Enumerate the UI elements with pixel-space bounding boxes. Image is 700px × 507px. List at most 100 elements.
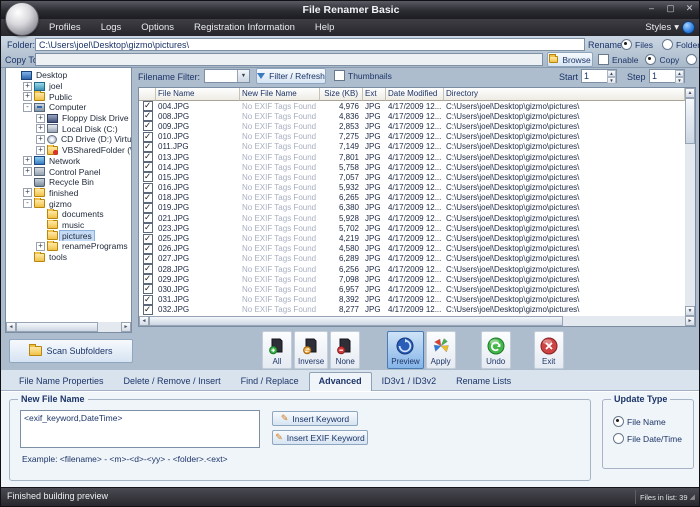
collapse-icon[interactable]: -	[23, 103, 32, 112]
all-button[interactable]: All	[262, 331, 292, 369]
row-checkbox[interactable]: ✓	[143, 223, 153, 233]
table-row[interactable]: ✓019.JPGNo EXIF Tags Found6,380JPG4/17/2…	[139, 203, 685, 213]
row-checkbox[interactable]: ✓	[143, 152, 153, 162]
row-checkbox[interactable]: ✓	[143, 264, 153, 274]
table-row[interactable]: ✓029.JPGNo EXIF Tags Found7,098JPG4/17/2…	[139, 274, 685, 284]
tree-item-network[interactable]: +Network	[6, 156, 131, 167]
copy-move-option-copy[interactable]: Copy	[645, 54, 679, 65]
enable-checkbox[interactable]: Enable	[598, 54, 638, 65]
table-row[interactable]: ✓015.JPGNo EXIF Tags Found7,057JPG4/17/2…	[139, 172, 685, 182]
tab-find-replace[interactable]: Find / Replace	[231, 372, 309, 390]
tab-rename-lists[interactable]: Rename Lists	[446, 372, 521, 390]
tree-item-public[interactable]: +Public	[6, 91, 131, 102]
column-header-directory[interactable]: Directory	[444, 88, 685, 101]
table-row[interactable]: ✓013.JPGNo EXIF Tags Found7,801JPG4/17/2…	[139, 152, 685, 162]
dropdown-arrow-icon[interactable]: ▼	[237, 70, 249, 82]
row-checkbox[interactable]: ✓	[143, 203, 153, 213]
filter-refresh-button[interactable]: Filter / Refresh	[256, 68, 326, 84]
row-checkbox[interactable]: ✓	[143, 234, 153, 244]
browse-button[interactable]: Browse	[547, 52, 593, 67]
spin-up-icon[interactable]: ▲	[675, 70, 684, 77]
column-header-checkbox[interactable]	[139, 88, 156, 101]
row-checkbox[interactable]: ✓	[143, 193, 153, 203]
row-checkbox[interactable]: ✓	[143, 172, 153, 182]
menu-item-logs[interactable]: Logs	[91, 19, 132, 36]
tree-item-gizmo[interactable]: -gizmo	[6, 198, 131, 209]
column-header-new-file-name[interactable]: New File Name	[240, 88, 320, 101]
tab-advanced[interactable]: Advanced	[309, 372, 372, 391]
table-row[interactable]: ✓018.JPGNo EXIF Tags Found6,265JPG4/17/2…	[139, 193, 685, 203]
tree-item-joel[interactable]: +joel	[6, 81, 131, 92]
update-type-option-file-name[interactable]: File Name	[613, 416, 666, 427]
scan-subfolders-button[interactable]: Scan Subfolders	[9, 339, 133, 363]
collapse-icon[interactable]: -	[23, 199, 32, 208]
row-checkbox[interactable]: ✓	[143, 213, 153, 223]
table-row[interactable]: ✓031.JPGNo EXIF Tags Found8,392JPG4/17/2…	[139, 295, 685, 305]
row-checkbox[interactable]: ✓	[143, 132, 153, 142]
scrollbar-thumb[interactable]	[685, 98, 695, 144]
row-checkbox[interactable]: ✓	[143, 121, 153, 131]
tree-horizontal-scrollbar[interactable]: ◄ ►	[6, 322, 131, 332]
expand-icon[interactable]: +	[23, 92, 32, 101]
tree-item-cd-drive-d-virtualbox-guest[interactable]: +CD Drive (D:) VirtualBox Guest	[6, 134, 131, 145]
tree-item-control-panel[interactable]: +Control Panel	[6, 166, 131, 177]
update-type-option-file-date-time[interactable]: File Date/Time	[613, 433, 682, 444]
table-horizontal-scrollbar[interactable]: ◄ ►	[139, 316, 695, 326]
tree-item-renameprograms[interactable]: +renamePrograms	[6, 241, 131, 252]
table-row[interactable]: ✓008.JPGNo EXIF Tags Found4,836JPG4/17/2…	[139, 111, 685, 121]
table-row[interactable]: ✓010.JPGNo EXIF Tags Found7,275JPG4/17/2…	[139, 132, 685, 142]
rename-option-files[interactable]: Files	[621, 39, 653, 50]
expand-icon[interactable]: +	[23, 82, 32, 91]
column-header-file-name[interactable]: File Name	[156, 88, 240, 101]
close-button[interactable]: ✕	[683, 2, 696, 15]
table-row[interactable]: ✓030.JPGNo EXIF Tags Found6,957JPG4/17/2…	[139, 284, 685, 294]
table-row[interactable]: ✓014.JPGNo EXIF Tags Found5,758JPG4/17/2…	[139, 162, 685, 172]
spin-down-icon[interactable]: ▼	[675, 77, 684, 84]
spin-down-icon[interactable]: ▼	[607, 77, 616, 84]
scroll-down-icon[interactable]: ▼	[685, 306, 695, 316]
menu-item-registration-information[interactable]: Registration Information	[184, 19, 305, 36]
tab-file-name-properties[interactable]: File Name Properties	[9, 372, 114, 390]
row-checkbox[interactable]: ✓	[143, 295, 153, 305]
step-stepper[interactable]: 1 ▲▼	[649, 69, 685, 83]
apply-button[interactable]: Apply	[426, 331, 456, 369]
row-checkbox[interactable]: ✓	[143, 244, 153, 254]
scroll-left-icon[interactable]: ◄	[6, 322, 16, 332]
row-checkbox[interactable]: ✓	[143, 274, 153, 284]
menu-item-help[interactable]: Help	[305, 19, 345, 36]
none-button[interactable]: None	[330, 331, 360, 369]
scrollbar-thumb[interactable]	[149, 316, 563, 326]
row-checkbox[interactable]: ✓	[143, 183, 153, 193]
exit-button[interactable]: Exit	[534, 331, 564, 369]
table-row[interactable]: ✓011.JPGNo EXIF Tags Found7,149JPG4/17/2…	[139, 142, 685, 152]
tree-item-pictures[interactable]: pictures	[6, 230, 131, 241]
rename-option-folders[interactable]: Folders	[662, 39, 700, 50]
tree-item-local-disk-c[interactable]: +Local Disk (C:)	[6, 123, 131, 134]
row-checkbox[interactable]: ✓	[143, 111, 153, 121]
expand-icon[interactable]: +	[36, 124, 45, 133]
tree-item-documents[interactable]: documents	[6, 209, 131, 220]
thumbnails-checkbox[interactable]: Thumbnails	[334, 70, 392, 81]
row-checkbox[interactable]: ✓	[143, 284, 153, 294]
table-row[interactable]: ✓027.JPGNo EXIF Tags Found6,289JPG4/17/2…	[139, 254, 685, 264]
inverse-button[interactable]: Inverse	[294, 331, 328, 369]
expand-icon[interactable]: +	[36, 135, 45, 144]
tab-delete-remove-insert[interactable]: Delete / Remove / Insert	[114, 372, 231, 390]
tab-id3v1-id3v2[interactable]: ID3v1 / ID3v2	[372, 372, 447, 390]
table-row[interactable]: ✓026.JPGNo EXIF Tags Found4,580JPG4/17/2…	[139, 244, 685, 254]
menu-item-options[interactable]: Options	[131, 19, 184, 36]
column-header-ext[interactable]: Ext	[363, 88, 386, 101]
copy-move-option-move[interactable]: Move	[686, 54, 700, 65]
row-checkbox[interactable]: ✓	[143, 254, 153, 264]
tree-item-finished[interactable]: +finished	[6, 188, 131, 199]
scroll-up-icon[interactable]: ▲	[685, 88, 695, 98]
tree-item-vbsharedfolder-vboxsvr-z[interactable]: +VBSharedFolder (\\vboxsvr) (Z	[6, 145, 131, 156]
tree-item-desktop[interactable]: Desktop	[6, 70, 131, 81]
expand-icon[interactable]: +	[36, 114, 45, 123]
row-checkbox[interactable]: ✓	[143, 305, 153, 315]
column-header-date-modified[interactable]: Date Modified	[386, 88, 444, 101]
start-stepper[interactable]: 1 ▲▼	[581, 69, 617, 83]
tree-item-tools[interactable]: tools	[6, 252, 131, 263]
scroll-right-icon[interactable]: ►	[685, 316, 695, 326]
spin-up-icon[interactable]: ▲	[607, 70, 616, 77]
